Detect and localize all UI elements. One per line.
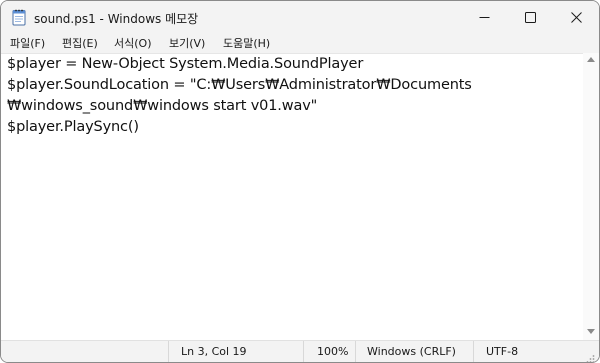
scroll-down-arrow-icon[interactable] <box>587 329 595 334</box>
close-icon <box>570 12 582 23</box>
editor-line-4: $player.PlaySync() <box>7 119 139 135</box>
menu-file[interactable]: 파일(F) <box>10 35 45 51</box>
menu-bar: 파일(F) 편집(E) 서식(O) 보기(V) 도움말(H) <box>1 34 599 53</box>
title-bar[interactable]: sound.ps1 - Windows 메모장 <box>1 1 599 34</box>
resize-grip-icon[interactable] <box>585 349 595 362</box>
status-line-ending: Windows (CRLF) <box>355 341 473 362</box>
maximize-icon <box>524 12 536 23</box>
close-button[interactable] <box>554 1 598 34</box>
scroll-up-arrow-icon[interactable] <box>587 57 595 62</box>
editor-line-1: $player = New-Object System.Media.SoundP… <box>7 56 364 72</box>
minimize-icon <box>479 12 490 23</box>
minimize-button[interactable] <box>462 1 506 34</box>
menu-help[interactable]: 도움말(H) <box>223 35 270 51</box>
status-encoding: UTF-8 <box>473 341 581 362</box>
menu-format[interactable]: 서식(O) <box>114 35 151 51</box>
editor-line-3: ₩windows_sound₩windows start v01.wav" <box>7 98 318 114</box>
editor-line-2: $player.SoundLocation = "C:₩Users₩Admini… <box>7 77 472 93</box>
text-editor[interactable]: $player = New-Object System.Media.SoundP… <box>1 53 583 341</box>
vertical-scrollbar[interactable] <box>583 53 599 340</box>
window-title: sound.ps1 - Windows 메모장 <box>34 12 199 26</box>
maximize-button[interactable] <box>508 1 552 34</box>
menu-edit[interactable]: 편집(E) <box>62 35 98 51</box>
notepad-icon <box>12 9 26 26</box>
status-cursor-position: Ln 3, Col 19 <box>168 341 303 362</box>
menu-view[interactable]: 보기(V) <box>169 35 205 51</box>
status-bar: Ln 3, Col 19 100% Windows (CRLF) UTF-8 <box>1 340 599 362</box>
status-zoom: 100% <box>303 341 355 362</box>
notepad-window: sound.ps1 - Windows 메모장 파일(F) 편집(E) 서식(O… <box>0 0 600 363</box>
